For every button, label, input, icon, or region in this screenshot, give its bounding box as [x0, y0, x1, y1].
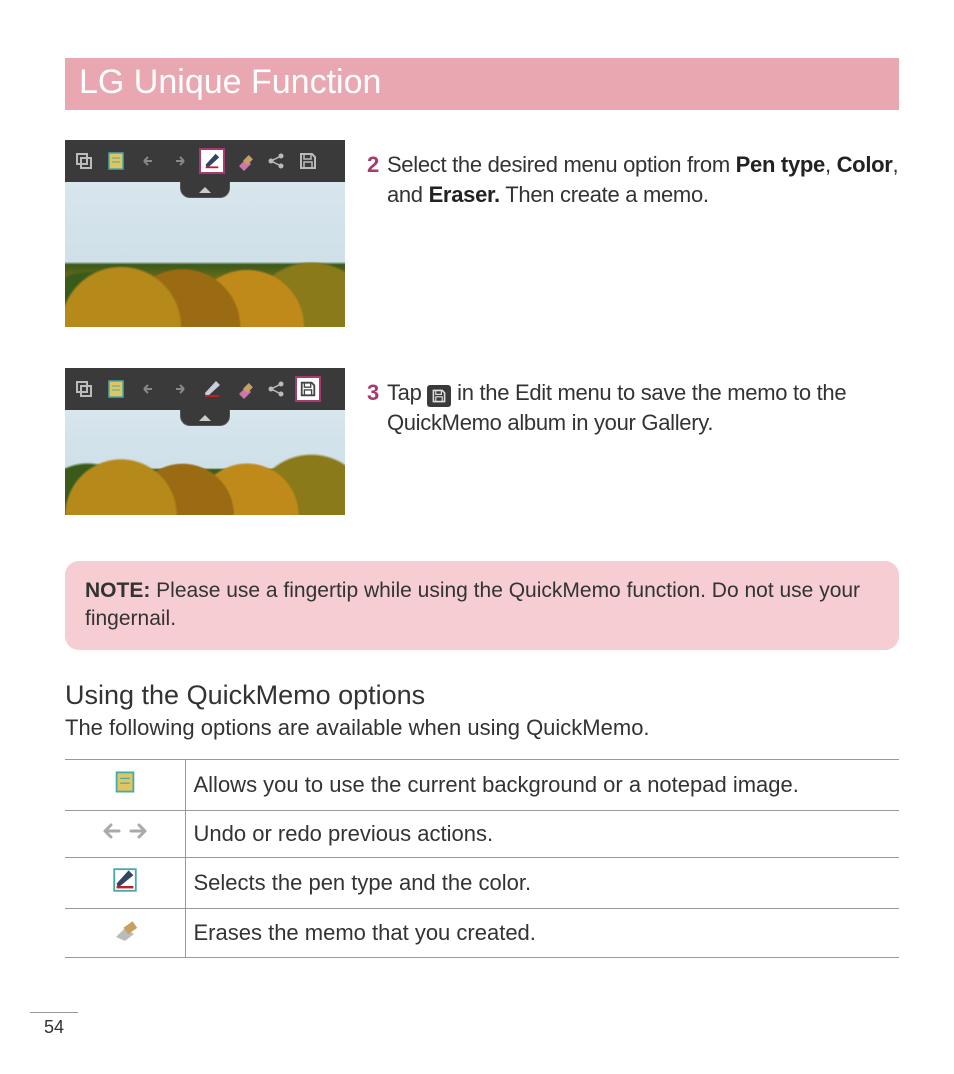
chapter-title: LG Unique Function — [65, 58, 899, 110]
quickmemo-toolbar — [65, 368, 345, 410]
options-table: Allows you to use the current background… — [65, 759, 899, 958]
save-icon-inline — [427, 385, 451, 407]
notepad-icon — [65, 759, 185, 810]
step-number-2: 2 — [367, 150, 379, 209]
save-icon — [295, 376, 321, 402]
undo-redo-icon — [65, 810, 185, 857]
toolbar-collapse-handle — [180, 182, 230, 198]
redo-icon — [167, 376, 193, 402]
option-desc: Undo or redo previous actions. — [185, 810, 899, 857]
undo-icon — [135, 376, 161, 402]
eraser-icon — [231, 148, 257, 174]
background-photo-trees — [65, 182, 345, 327]
step-row-2: 2 Select the desired menu option from Pe… — [65, 140, 899, 348]
pen-icon — [199, 376, 225, 402]
option-desc: Erases the memo that you created. — [185, 908, 899, 957]
table-row: Erases the memo that you created. — [65, 908, 899, 957]
screenshot-pen-highlight — [65, 140, 345, 348]
note-label: NOTE: — [85, 579, 150, 602]
quickmemo-toolbar — [65, 140, 345, 182]
overlay-icon — [71, 376, 97, 402]
redo-icon — [167, 148, 193, 174]
save-icon — [295, 148, 321, 174]
step-2-text: 2 Select the desired menu option from Pe… — [367, 140, 899, 209]
table-row: Undo or redo previous actions. — [65, 810, 899, 857]
option-desc: Selects the pen type and the color. — [185, 857, 899, 908]
notepad-icon — [103, 376, 129, 402]
step-3-text: 3 Tap in the Edit menu to save the memo … — [367, 368, 899, 437]
table-row: Allows you to use the current background… — [65, 759, 899, 810]
step-3-text-before: Tap — [387, 380, 427, 405]
share-icon — [263, 376, 289, 402]
note-text: Please use a fingertip while using the Q… — [85, 579, 860, 630]
notepad-icon — [103, 148, 129, 174]
pen-icon — [65, 857, 185, 908]
pen-icon — [199, 148, 225, 174]
subheading-quickmemo-options: Using the QuickMemo options — [65, 680, 899, 711]
page-number: 54 — [30, 1012, 78, 1038]
option-desc: Allows you to use the current background… — [185, 759, 899, 810]
step-number-3: 3 — [367, 378, 379, 437]
options-intro: The following options are available when… — [65, 715, 899, 741]
step-row-3: 3 Tap in the Edit menu to save the memo … — [65, 368, 899, 533]
note-box: NOTE: Please use a fingertip while using… — [65, 561, 899, 650]
table-row: Selects the pen type and the color. — [65, 857, 899, 908]
undo-icon — [135, 148, 161, 174]
share-icon — [263, 148, 289, 174]
eraser-icon — [65, 908, 185, 957]
toolbar-collapse-handle — [180, 410, 230, 426]
screenshot-save-highlight — [65, 368, 345, 533]
eraser-icon — [231, 376, 257, 402]
step-3-text-after: in the Edit menu to save the memo to the… — [387, 380, 846, 435]
overlay-icon — [71, 148, 97, 174]
